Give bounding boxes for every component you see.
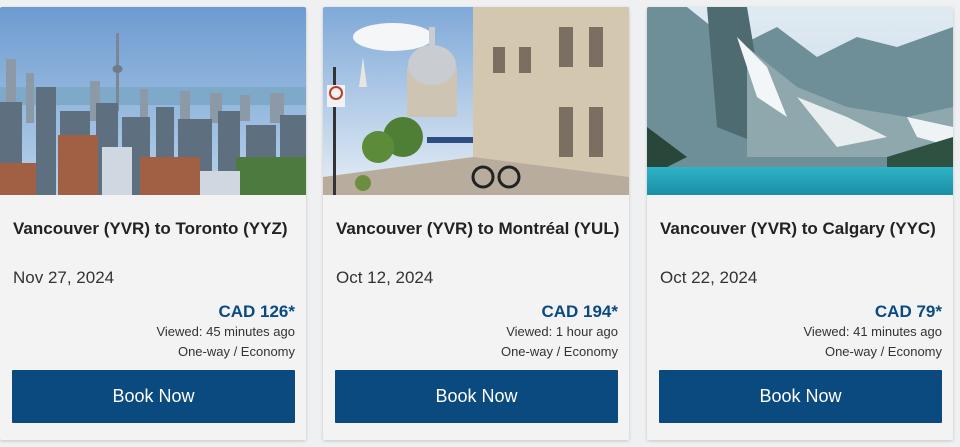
calgary-rocky-mountains-lake-photo[interactable]	[647, 7, 953, 195]
deal-card-toronto[interactable]: Vancouver (YVR) to Toronto (YYZ) Nov 27,…	[0, 7, 306, 440]
fare-type: One-way / Economy	[177, 344, 295, 359]
book-now-button[interactable]: Book Now	[335, 370, 618, 423]
toronto-skyline-photo[interactable]	[0, 7, 306, 195]
fare-type: One-way / Economy	[824, 344, 942, 359]
montreal-old-town-photo[interactable]	[323, 7, 629, 195]
fare-price: CAD 126*	[218, 302, 295, 321]
deal-card-calgary[interactable]: Vancouver (YVR) to Calgary (YYC) Oct 22,…	[647, 7, 953, 440]
deal-card-montreal[interactable]: Vancouver (YVR) to Montréal (YUL) Oct 12…	[323, 7, 629, 440]
travel-date: Oct 22, 2024	[660, 268, 758, 287]
viewed-time: Viewed: 1 hour ago	[506, 324, 618, 339]
fare-type: One-way / Economy	[500, 344, 618, 359]
viewed-time: Viewed: 45 minutes ago	[156, 324, 295, 339]
travel-date: Oct 12, 2024	[336, 268, 434, 287]
book-now-button[interactable]: Book Now	[659, 370, 942, 423]
route-title[interactable]: Vancouver (YVR) to Toronto (YYZ)	[13, 217, 298, 240]
fare-price: CAD 194*	[541, 302, 618, 321]
route-title[interactable]: Vancouver (YVR) to Montréal (YUL)	[336, 217, 621, 240]
travel-date: Nov 27, 2024	[13, 268, 115, 287]
book-now-button[interactable]: Book Now	[12, 370, 295, 423]
viewed-time: Viewed: 41 minutes ago	[803, 324, 942, 339]
flight-deals-row: Vancouver (YVR) to Toronto (YYZ) Nov 27,…	[0, 7, 960, 441]
fare-price: CAD 79*	[874, 302, 942, 321]
route-title[interactable]: Vancouver (YVR) to Calgary (YYC)	[660, 217, 945, 240]
